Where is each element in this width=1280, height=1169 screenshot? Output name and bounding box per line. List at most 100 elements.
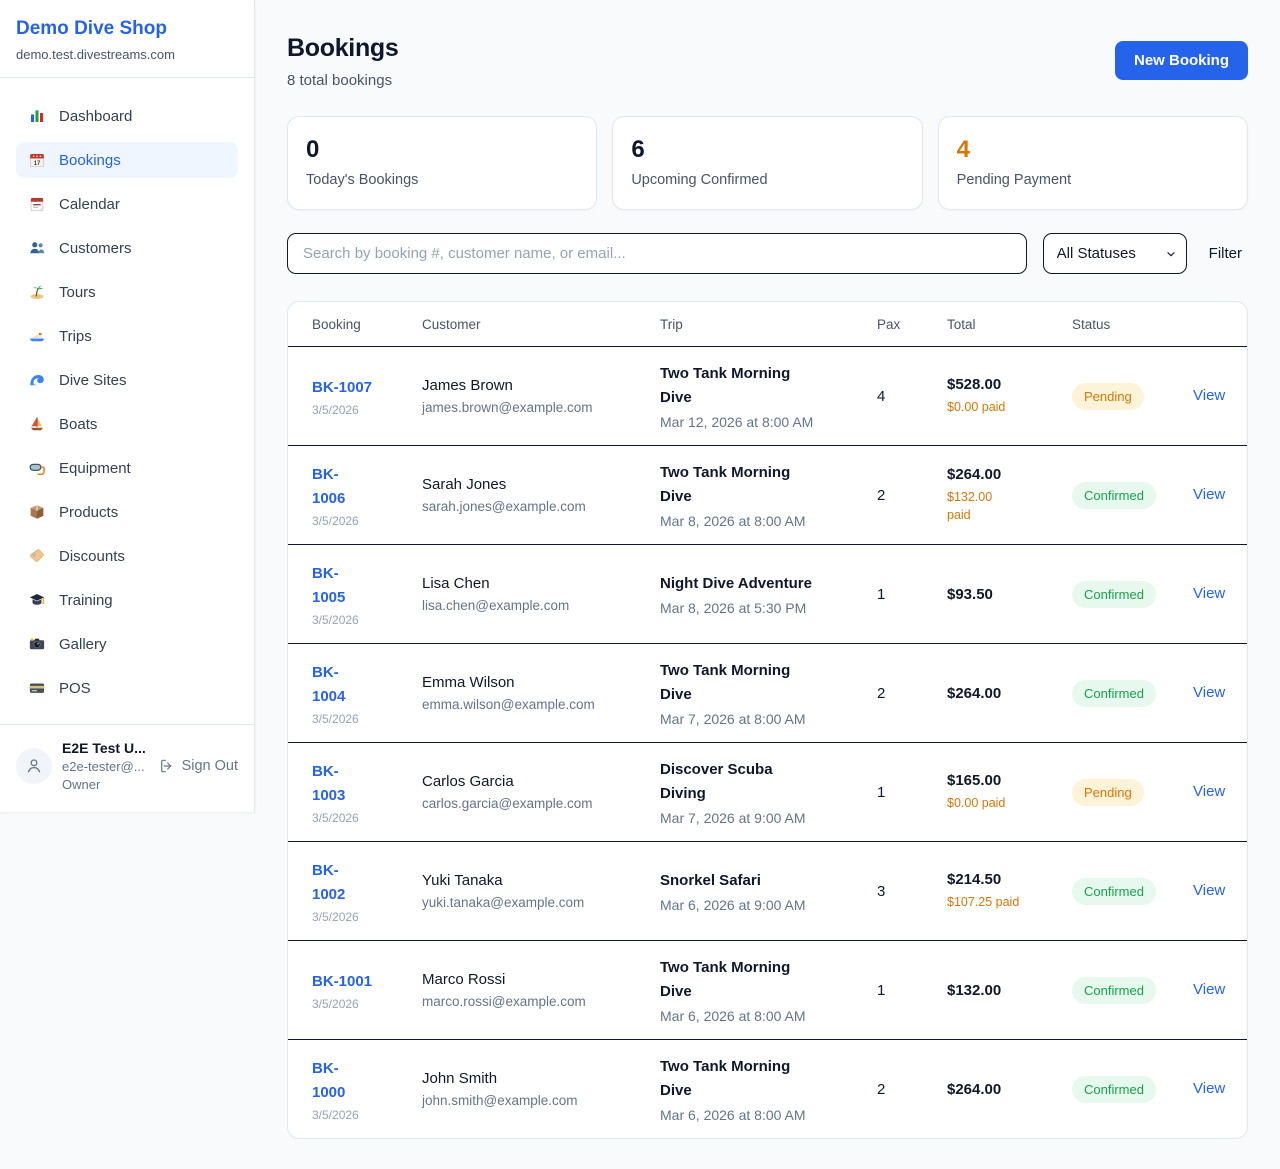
pax-value: 2 xyxy=(877,1081,947,1098)
view-link[interactable]: View xyxy=(1193,486,1225,503)
sidebar-item-boats[interactable]: Boats xyxy=(16,406,238,442)
customer-email: john.smith@example.com xyxy=(422,1093,646,1108)
sidebar-item-label: POS xyxy=(59,680,91,697)
bookings-table: Booking Customer Trip Pax Total Status B… xyxy=(287,301,1248,1139)
pax-value: 1 xyxy=(877,586,947,603)
sidebar-item-label: Equipment xyxy=(59,460,131,477)
sidebar-item-gallery[interactable]: Gallery xyxy=(16,626,238,662)
trip-datetime: Mar 7, 2026 at 9:00 AM xyxy=(660,810,863,826)
booking-link[interactable]: BK-1001 xyxy=(312,970,372,994)
column-header-total: Total xyxy=(947,317,1072,332)
trip-name: Two Tank Morning Dive xyxy=(660,461,815,509)
customer-name: Emma Wilson xyxy=(422,674,646,691)
camera-icon xyxy=(28,635,46,653)
booking-date: 3/5/2026 xyxy=(312,403,408,417)
actions-cell: View xyxy=(1193,585,1223,603)
page-subtitle: 8 total bookings xyxy=(287,72,399,89)
total-cell: $214.50 $107.25 paid xyxy=(947,871,1072,911)
sidebar-item-products[interactable]: Products xyxy=(16,494,238,530)
status-cell: Pending xyxy=(1072,383,1193,410)
new-booking-button[interactable]: New Booking xyxy=(1115,41,1248,80)
status-cell: Confirmed xyxy=(1072,680,1193,707)
sidebar-item-label: Training xyxy=(59,592,113,609)
booking-link[interactable]: BK-1006 xyxy=(312,463,370,511)
bar-chart-icon xyxy=(28,107,46,125)
stat-card-todays-bookings: 0 Today's Bookings xyxy=(287,116,597,210)
total-amount: $93.50 xyxy=(947,586,1058,603)
sidebar-item-equipment[interactable]: Equipment xyxy=(16,450,238,486)
sidebar-item-label: Gallery xyxy=(59,636,107,653)
booking-link[interactable]: BK-1007 xyxy=(312,376,372,400)
package-icon xyxy=(28,503,46,521)
customer-cell: John Smith john.smith@example.com xyxy=(422,1070,660,1108)
sidebar-item-customers[interactable]: Customers xyxy=(16,230,238,266)
filter-button[interactable]: Filter xyxy=(1203,245,1248,262)
sidebar-item-calendar[interactable]: Calendar xyxy=(16,186,238,222)
stat-label: Upcoming Confirmed xyxy=(631,172,903,188)
sidebar-item-bookings[interactable]: 17 Bookings xyxy=(16,142,238,178)
view-link[interactable]: View xyxy=(1193,1080,1225,1097)
calendar-icon xyxy=(28,195,46,213)
sidebar-item-dashboard[interactable]: Dashboard xyxy=(16,98,238,134)
booking-link[interactable]: BK-1000 xyxy=(312,1057,370,1105)
trip-datetime: Mar 12, 2026 at 8:00 AM xyxy=(660,414,863,430)
trip-datetime: Mar 8, 2026 at 8:00 AM xyxy=(660,513,863,529)
trip-datetime: Mar 8, 2026 at 5:30 PM xyxy=(660,600,863,616)
stat-value: 6 xyxy=(631,136,903,164)
booking-link[interactable]: BK-1002 xyxy=(312,859,370,907)
people-icon xyxy=(28,239,46,257)
status-badge: Confirmed xyxy=(1072,581,1156,608)
sidebar-item-discounts[interactable]: Discounts xyxy=(16,538,238,574)
paid-amount: $107.25 paid xyxy=(947,893,1058,911)
booking-cell: BK-1007 3/5/2026 xyxy=(312,376,422,417)
sidebar-item-dive-sites[interactable]: Dive Sites xyxy=(16,362,238,398)
view-link[interactable]: View xyxy=(1193,783,1225,800)
svg-text:17: 17 xyxy=(34,161,41,167)
sign-out-icon xyxy=(159,758,175,774)
paid-amount: $132.00 paid xyxy=(947,488,997,524)
actions-cell: View xyxy=(1193,387,1223,405)
table-row: BK-1001 3/5/2026 Marco Rossi marco.rossi… xyxy=(288,940,1247,1039)
customer-email: yuki.tanaka@example.com xyxy=(422,895,646,910)
sidebar-item-label: Dashboard xyxy=(59,108,132,125)
trip-name: Discover Scuba Diving xyxy=(660,758,815,806)
column-header-customer: Customer xyxy=(422,317,660,332)
customer-name: Lisa Chen xyxy=(422,575,646,592)
trip-name: Night Dive Adventure xyxy=(660,572,815,596)
sidebar-item-trips[interactable]: Trips xyxy=(16,318,238,354)
column-header-booking: Booking xyxy=(312,317,422,332)
sidebar-item-label: Customers xyxy=(59,240,132,257)
view-link[interactable]: View xyxy=(1193,882,1225,899)
search-input[interactable] xyxy=(287,233,1027,274)
customer-cell: Marco Rossi marco.rossi@example.com xyxy=(422,971,660,1009)
status-select[interactable]: All Statuses xyxy=(1043,233,1187,274)
booking-link[interactable]: BK-1005 xyxy=(312,562,370,610)
table-row: BK-1007 3/5/2026 James Brown james.brown… xyxy=(288,346,1247,445)
sailboat-icon xyxy=(28,415,46,433)
sidebar-item-training[interactable]: Training xyxy=(16,582,238,618)
view-link[interactable]: View xyxy=(1193,684,1225,701)
sign-out-button[interactable]: Sign Out xyxy=(159,758,238,774)
trip-cell: Two Tank Morning Dive Mar 12, 2026 at 8:… xyxy=(660,362,877,430)
sidebar-item-pos[interactable]: POS xyxy=(16,670,238,706)
user-meta: E2E Test U... e2e-tester@... Owner xyxy=(62,740,149,792)
view-link[interactable]: View xyxy=(1193,585,1225,602)
sidebar-item-label: Boats xyxy=(59,416,97,433)
booking-cell: BK-1006 3/5/2026 xyxy=(312,463,422,528)
total-amount: $165.00 xyxy=(947,772,1058,789)
booking-cell: BK-1003 3/5/2026 xyxy=(312,760,422,825)
booking-link[interactable]: BK-1003 xyxy=(312,760,370,808)
view-link[interactable]: View xyxy=(1193,387,1225,404)
booking-link[interactable]: BK-1004 xyxy=(312,661,370,709)
sidebar-item-tours[interactable]: Tours xyxy=(16,274,238,310)
view-link[interactable]: View xyxy=(1193,981,1225,998)
app: Demo Dive Shop demo.test.divestreams.com… xyxy=(0,0,1280,1169)
booking-date: 3/5/2026 xyxy=(312,514,408,528)
trip-datetime: Mar 7, 2026 at 8:00 AM xyxy=(660,711,863,727)
table-row: BK-1005 3/5/2026 Lisa Chen lisa.chen@exa… xyxy=(288,544,1247,643)
actions-cell: View xyxy=(1193,1080,1223,1098)
sidebar-footer: E2E Test U... e2e-tester@... Owner Sign … xyxy=(0,724,254,812)
trip-name: Two Tank Morning Dive xyxy=(660,1055,815,1103)
person-icon xyxy=(24,756,44,776)
stat-label: Pending Payment xyxy=(957,172,1229,188)
